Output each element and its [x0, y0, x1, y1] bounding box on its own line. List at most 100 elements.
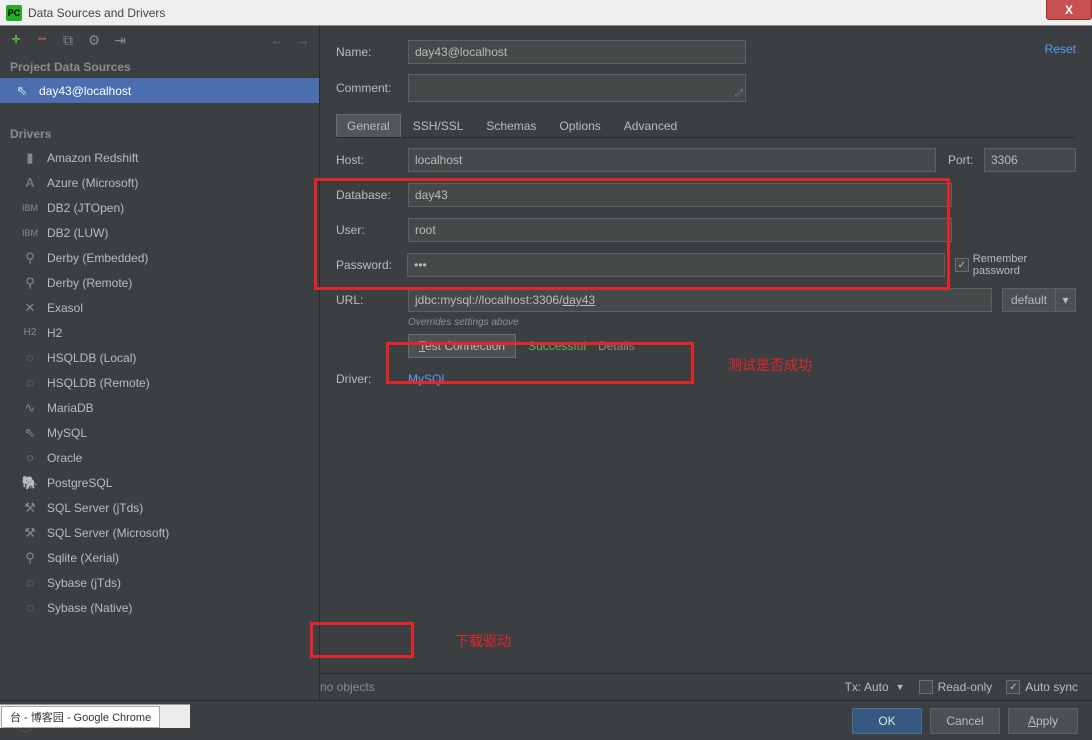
taskbar-tab[interactable]: 台 - 博客园 - Google Chrome [1, 706, 160, 728]
close-button[interactable]: X [1046, 0, 1092, 20]
highlight-box-objects [310, 622, 414, 658]
driver-icon: ⚲ [22, 550, 38, 566]
driver-label: Sybase (jTds) [47, 576, 121, 590]
comment-input[interactable]: ⤢ [408, 74, 746, 102]
resize-icon[interactable]: ⤢ [735, 88, 743, 99]
remember-password-checkbox[interactable] [955, 258, 969, 272]
driver-item[interactable]: ◌ Sybase (Native) [0, 595, 319, 620]
tab-options[interactable]: Options [548, 114, 611, 137]
tabs: General SSH/SSL Schemas Options Advanced [336, 114, 1076, 138]
cancel-button[interactable]: Cancel [930, 708, 1000, 734]
url-label: URL: [336, 293, 408, 307]
driver-label: Amazon Redshift [47, 151, 138, 165]
driver-item[interactable]: ⚲ Derby (Remote) [0, 270, 319, 295]
driver-icon: H2 [22, 325, 38, 341]
apply-button[interactable]: Apply [1008, 708, 1078, 734]
driver-item[interactable]: ▮Amazon Redshift [0, 145, 319, 170]
url-mode-select[interactable]: default ▾ [1002, 288, 1076, 312]
driver-item[interactable]: ∿ MariaDB [0, 395, 319, 420]
app-icon: PC [6, 5, 22, 21]
test-details-link[interactable]: Details [598, 339, 635, 353]
user-input[interactable] [408, 218, 952, 242]
driver-label: Exasol [47, 301, 83, 315]
url-input[interactable]: jdbc:mysql://localhost:3306/day43 [408, 288, 992, 312]
driver-item[interactable]: IBMDB2 (JTOpen) [0, 195, 319, 220]
read-only-toggle[interactable]: Read-only [919, 680, 993, 694]
driver-item[interactable]: IBMDB2 (LUW) [0, 220, 319, 245]
driver-label: Sqlite (Xerial) [47, 551, 119, 565]
driver-item[interactable]: AAzure (Microsoft) [0, 170, 319, 195]
driver-item[interactable]: ⚒SQL Server (jTds) [0, 495, 319, 520]
database-label: Database: [336, 188, 408, 202]
test-connection-button[interactable]: Test Connection [408, 334, 516, 358]
driver-label: PostgreSQL [47, 476, 112, 490]
remove-icon[interactable]: − [34, 32, 50, 48]
driver-icon: ∿ [22, 400, 38, 416]
settings-icon[interactable]: ⚙ [86, 32, 102, 48]
nav-back-icon[interactable]: ← [269, 32, 285, 48]
database-input[interactable] [408, 183, 952, 207]
driver-label: Derby (Embedded) [47, 251, 148, 265]
driver-item[interactable]: 🐘 PostgreSQL [0, 470, 319, 495]
driver-icon: IBM [22, 200, 38, 216]
driver-icon: A [22, 175, 38, 191]
reset-link[interactable]: Reset [1045, 42, 1076, 56]
driver-item[interactable]: ⚲ Sqlite (Xerial) [0, 545, 319, 570]
driver-link[interactable]: MySQL [408, 372, 448, 386]
chevron-down-icon: ▼ [896, 682, 905, 692]
driver-icon: ⚒ [22, 525, 38, 541]
driver-item[interactable]: H2H2 [0, 320, 319, 345]
driver-icon: ◌ [22, 575, 38, 591]
datasource-item-selected[interactable]: ⇖ day43@localhost [0, 78, 319, 103]
tab-general[interactable]: General [336, 114, 401, 137]
ok-button[interactable]: OK [852, 708, 922, 734]
driver-label: Derby (Remote) [47, 276, 132, 290]
driver-icon: ◌ [22, 600, 38, 616]
driver-item[interactable]: ◌HSQLDB (Local) [0, 345, 319, 370]
import-icon[interactable]: ⇥ [112, 32, 128, 48]
driver-item[interactable]: ◌ Sybase (jTds) [0, 570, 319, 595]
tx-mode[interactable]: Tx: Auto▼ [845, 680, 905, 694]
remember-password[interactable]: Remember password [955, 253, 1076, 277]
tab-ssh-ssl[interactable]: SSH/SSL [402, 114, 475, 137]
port-label: Port: [948, 153, 984, 167]
url-mode-value: default [1002, 288, 1056, 312]
driver-item[interactable]: ⚲ Derby (Embedded) [0, 245, 319, 270]
host-input[interactable] [408, 148, 936, 172]
bottom-status: no objects Tx: Auto▼ Read-only Auto sync [320, 673, 1092, 700]
driver-icon: ⚲ [22, 275, 38, 291]
driver-label: Sybase (Native) [47, 601, 132, 615]
chevron-down-icon[interactable]: ▾ [1056, 288, 1076, 312]
left-panel: + − ⧉ ⚙ ⇥ ← → Project Data Sources ⇖ day… [0, 26, 320, 700]
tab-advanced[interactable]: Advanced [613, 114, 688, 137]
driver-item[interactable]: ○Oracle [0, 445, 319, 470]
driver-item[interactable]: ✕Exasol [0, 295, 319, 320]
add-icon[interactable]: + [8, 32, 24, 48]
name-input[interactable] [408, 40, 746, 64]
driver-item[interactable]: ◌HSQLDB (Remote) [0, 370, 319, 395]
copy-icon[interactable]: ⧉ [60, 32, 76, 48]
host-label: Host: [336, 153, 408, 167]
password-input[interactable] [407, 253, 945, 277]
auto-sync-label: Auto sync [1025, 680, 1078, 694]
annotation-download: 下载驱动 [455, 631, 511, 651]
driver-label: SQL Server (jTds) [47, 501, 143, 515]
tab-schemas[interactable]: Schemas [475, 114, 547, 137]
driver-icon: ⚲ [22, 250, 38, 266]
driver-item[interactable]: ⚒SQL Server (Microsoft) [0, 520, 319, 545]
nav-forward-icon[interactable]: → [295, 32, 311, 48]
datasource-icon: ⇖ [14, 83, 30, 99]
auto-sync-toggle[interactable]: Auto sync [1006, 680, 1078, 694]
window-title: Data Sources and Drivers [28, 6, 165, 20]
driver-icon: 🐘 [22, 475, 38, 491]
no-objects-label: no objects [320, 680, 375, 694]
driver-label: HSQLDB (Remote) [47, 376, 150, 390]
driver-item[interactable]: ⇖MySQL [0, 420, 319, 445]
driver-label: Oracle [47, 451, 82, 465]
auto-sync-checkbox[interactable] [1006, 680, 1020, 694]
read-only-checkbox[interactable] [919, 680, 933, 694]
driver-label: MariaDB [47, 401, 94, 415]
port-input[interactable] [984, 148, 1076, 172]
driver-label: DB2 (LUW) [47, 226, 108, 240]
driver-icon: ◌ [22, 350, 38, 366]
